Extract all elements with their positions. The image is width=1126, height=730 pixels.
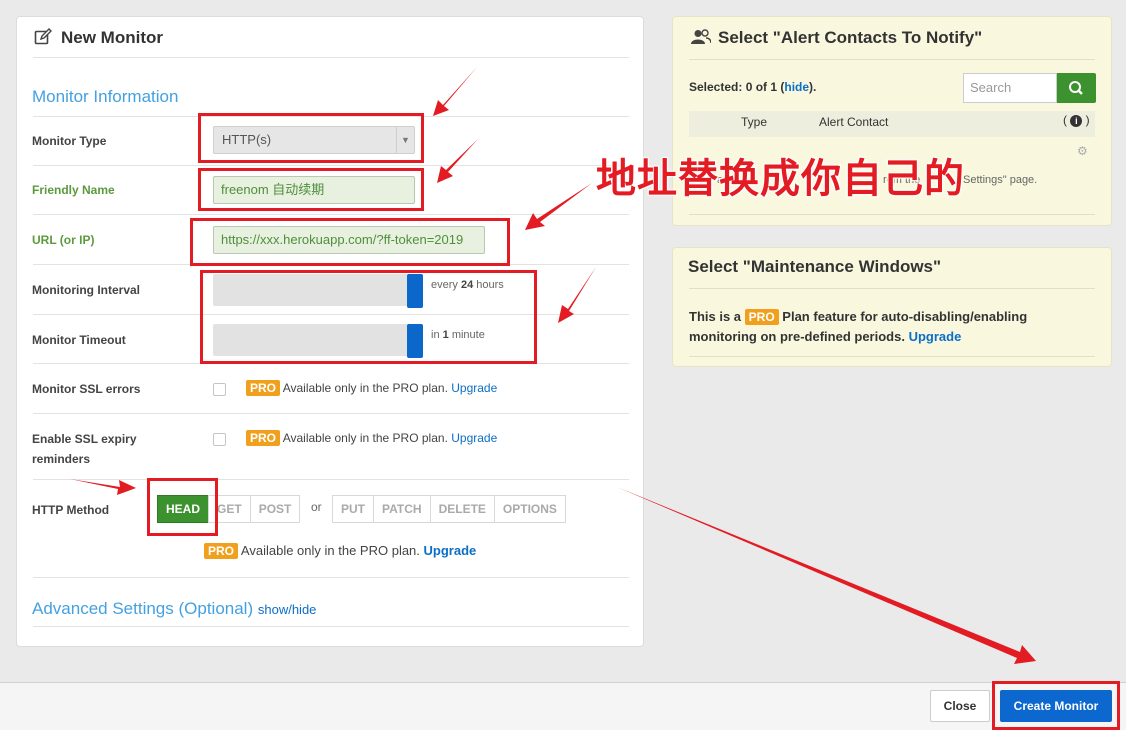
- ssl-errors-checkbox[interactable]: [213, 383, 226, 396]
- pro-badge: PRO: [744, 309, 779, 325]
- maintenance-title: Select "Maintenance Windows": [688, 257, 942, 276]
- maintenance-text: This is a PRO Plan feature for auto-disa…: [689, 309, 1028, 344]
- monitor-timeout-label: Monitor Timeout: [32, 333, 126, 347]
- ssl-expiry-pro-note: PRO Available only in the PRO plan. Upgr…: [246, 430, 497, 446]
- divider: [689, 59, 1095, 60]
- http-method-pro-note: PRO Available only in the PRO plan. Upgr…: [204, 543, 476, 559]
- arrow: [617, 487, 1036, 664]
- gear-icon[interactable]: ⚙: [1077, 144, 1088, 158]
- pro-badge: PRO: [204, 543, 239, 559]
- upgrade-link[interactable]: Upgrade: [909, 329, 962, 344]
- upgrade-link[interactable]: Upgrade: [451, 381, 497, 395]
- ssl-expiry-label: Enable SSL expiry: [32, 432, 137, 446]
- search-icon: [1069, 81, 1083, 95]
- selected-count: Selected: 0 of 1 (hide).: [689, 80, 817, 94]
- monitor-type-label: Monitor Type: [32, 134, 107, 148]
- divider: [33, 57, 629, 58]
- section-advanced-settings: Advanced Settings (Optional) show/hide: [32, 599, 317, 618]
- ssl-expiry-label-line2: reminders: [32, 452, 91, 466]
- ssl-errors-label: Monitor SSL errors: [32, 382, 141, 396]
- search-input[interactable]: Search: [963, 73, 1057, 103]
- divider: [33, 165, 629, 166]
- highlight-box: [190, 218, 510, 266]
- upgrade-link[interactable]: Upgrade: [424, 543, 477, 558]
- panel-title: New Monitor: [61, 28, 163, 47]
- divider: [33, 626, 629, 627]
- method-post-button[interactable]: POST: [249, 495, 301, 523]
- method-patch-button[interactable]: PATCH: [373, 495, 431, 523]
- method-delete-button[interactable]: DELETE: [429, 495, 495, 523]
- divider: [689, 214, 1095, 215]
- annotation-text: 地址替换成你自己的: [596, 156, 965, 202]
- divider: [689, 356, 1095, 357]
- http-method-label: HTTP Method: [32, 503, 110, 517]
- friendly-name-label: Friendly Name: [32, 183, 115, 197]
- ssl-expiry-checkbox[interactable]: [213, 433, 226, 446]
- pro-badge: PRO: [246, 380, 281, 396]
- http-method-group-2: PUT PATCH DELETE OPTIONS: [332, 495, 566, 523]
- pro-badge: PRO: [246, 430, 281, 446]
- divider: [33, 214, 629, 215]
- users-icon: [691, 29, 712, 48]
- show-hide-link[interactable]: show/hide: [258, 602, 317, 617]
- divider: [33, 479, 629, 480]
- highlight-box: [198, 168, 424, 211]
- method-options-button[interactable]: OPTIONS: [493, 495, 566, 523]
- or-separator: or: [311, 500, 322, 514]
- edit-icon: [34, 28, 52, 49]
- alerts-title: Select "Alert Contacts To Notify": [718, 28, 983, 47]
- highlight-box: [200, 270, 537, 364]
- contact-row-fragment: Settings" page.: [963, 174, 1038, 186]
- info-icon: ( i ): [1063, 113, 1090, 127]
- url-label: URL (or IP): [32, 233, 95, 247]
- divider: [689, 288, 1095, 289]
- hide-link[interactable]: hide: [784, 80, 809, 94]
- highlight-box: [992, 681, 1120, 730]
- highlight-box: [198, 113, 424, 163]
- maintenance-windows-panel: Select "Maintenance Windows" This is a P…: [672, 247, 1112, 367]
- column-alert-contact: Alert Contact: [819, 115, 889, 129]
- method-put-button[interactable]: PUT: [332, 495, 374, 523]
- search-button[interactable]: [1057, 73, 1096, 103]
- column-type: Type: [741, 115, 768, 129]
- upgrade-link[interactable]: Upgrade: [451, 431, 497, 445]
- monitoring-interval-label: Monitoring Interval: [32, 283, 140, 297]
- ssl-errors-pro-note: PRO Available only in the PRO plan. Upgr…: [246, 380, 497, 396]
- divider: [33, 577, 629, 578]
- highlight-box: [147, 478, 218, 536]
- close-button[interactable]: Close: [930, 690, 990, 722]
- section-monitor-information: Monitor Information: [32, 87, 179, 106]
- divider: [33, 413, 629, 414]
